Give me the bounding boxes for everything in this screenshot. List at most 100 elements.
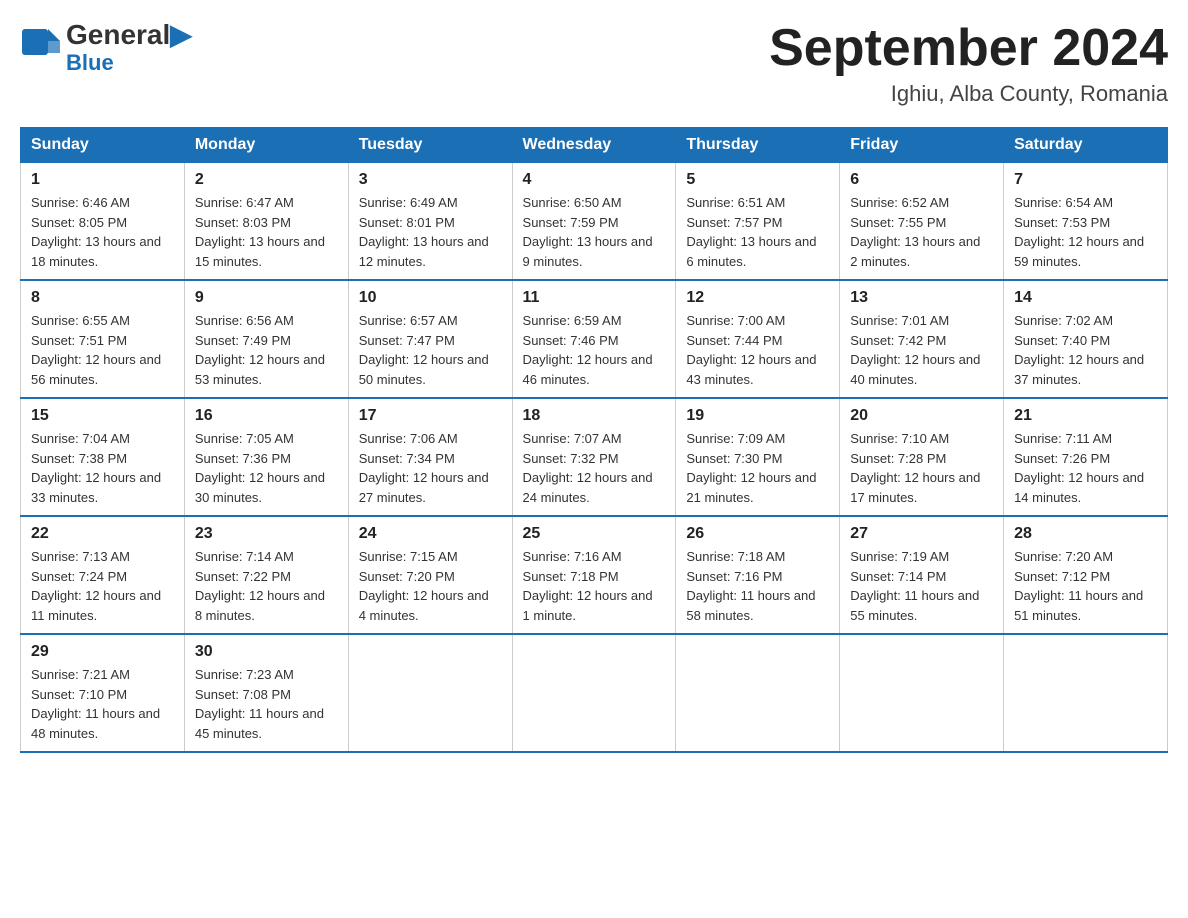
day-info: Sunrise: 7:01 AM Sunset: 7:42 PM Dayligh… xyxy=(850,311,993,389)
calendar-cell: 26 Sunrise: 7:18 AM Sunset: 7:16 PM Dayl… xyxy=(676,516,840,634)
day-info: Sunrise: 6:50 AM Sunset: 7:59 PM Dayligh… xyxy=(523,193,666,271)
calendar-week-row: 22 Sunrise: 7:13 AM Sunset: 7:24 PM Dayl… xyxy=(21,516,1168,634)
day-info: Sunrise: 7:05 AM Sunset: 7:36 PM Dayligh… xyxy=(195,429,338,507)
day-info: Sunrise: 6:46 AM Sunset: 8:05 PM Dayligh… xyxy=(31,193,174,271)
day-info: Sunrise: 7:16 AM Sunset: 7:18 PM Dayligh… xyxy=(523,547,666,625)
day-info: Sunrise: 7:20 AM Sunset: 7:12 PM Dayligh… xyxy=(1014,547,1157,625)
calendar-cell: 21 Sunrise: 7:11 AM Sunset: 7:26 PM Dayl… xyxy=(1004,398,1168,516)
weekday-header-wednesday: Wednesday xyxy=(512,128,676,163)
calendar-cell: 12 Sunrise: 7:00 AM Sunset: 7:44 PM Dayl… xyxy=(676,280,840,398)
day-number: 17 xyxy=(359,407,502,425)
calendar-cell: 18 Sunrise: 7:07 AM Sunset: 7:32 PM Dayl… xyxy=(512,398,676,516)
calendar-cell: 24 Sunrise: 7:15 AM Sunset: 7:20 PM Dayl… xyxy=(348,516,512,634)
calendar-cell: 29 Sunrise: 7:21 AM Sunset: 7:10 PM Dayl… xyxy=(21,634,185,752)
day-info: Sunrise: 7:13 AM Sunset: 7:24 PM Dayligh… xyxy=(31,547,174,625)
logo-blue: Blue xyxy=(66,51,192,75)
calendar-cell: 13 Sunrise: 7:01 AM Sunset: 7:42 PM Dayl… xyxy=(840,280,1004,398)
weekday-header-friday: Friday xyxy=(840,128,1004,163)
calendar-cell: 10 Sunrise: 6:57 AM Sunset: 7:47 PM Dayl… xyxy=(348,280,512,398)
day-number: 23 xyxy=(195,525,338,543)
day-number: 24 xyxy=(359,525,502,543)
day-info: Sunrise: 6:47 AM Sunset: 8:03 PM Dayligh… xyxy=(195,193,338,271)
calendar-week-row: 29 Sunrise: 7:21 AM Sunset: 7:10 PM Dayl… xyxy=(21,634,1168,752)
day-info: Sunrise: 7:10 AM Sunset: 7:28 PM Dayligh… xyxy=(850,429,993,507)
calendar-cell: 28 Sunrise: 7:20 AM Sunset: 7:12 PM Dayl… xyxy=(1004,516,1168,634)
day-number: 10 xyxy=(359,289,502,307)
title-block: September 2024 Ighiu, Alba County, Roman… xyxy=(769,20,1168,107)
day-info: Sunrise: 7:04 AM Sunset: 7:38 PM Dayligh… xyxy=(31,429,174,507)
day-number: 14 xyxy=(1014,289,1157,307)
day-number: 26 xyxy=(686,525,829,543)
day-number: 4 xyxy=(523,171,666,189)
calendar-cell: 2 Sunrise: 6:47 AM Sunset: 8:03 PM Dayli… xyxy=(184,163,348,281)
day-number: 19 xyxy=(686,407,829,425)
day-number: 15 xyxy=(31,407,174,425)
day-info: Sunrise: 7:00 AM Sunset: 7:44 PM Dayligh… xyxy=(686,311,829,389)
calendar-cell: 19 Sunrise: 7:09 AM Sunset: 7:30 PM Dayl… xyxy=(676,398,840,516)
day-info: Sunrise: 7:07 AM Sunset: 7:32 PM Dayligh… xyxy=(523,429,666,507)
day-info: Sunrise: 7:19 AM Sunset: 7:14 PM Dayligh… xyxy=(850,547,993,625)
day-info: Sunrise: 6:57 AM Sunset: 7:47 PM Dayligh… xyxy=(359,311,502,389)
calendar-cell: 5 Sunrise: 6:51 AM Sunset: 7:57 PM Dayli… xyxy=(676,163,840,281)
day-info: Sunrise: 7:14 AM Sunset: 7:22 PM Dayligh… xyxy=(195,547,338,625)
calendar-cell: 15 Sunrise: 7:04 AM Sunset: 7:38 PM Dayl… xyxy=(21,398,185,516)
calendar-cell: 22 Sunrise: 7:13 AM Sunset: 7:24 PM Dayl… xyxy=(21,516,185,634)
day-info: Sunrise: 6:49 AM Sunset: 8:01 PM Dayligh… xyxy=(359,193,502,271)
day-info: Sunrise: 7:06 AM Sunset: 7:34 PM Dayligh… xyxy=(359,429,502,507)
day-info: Sunrise: 7:09 AM Sunset: 7:30 PM Dayligh… xyxy=(686,429,829,507)
calendar-cell xyxy=(1004,634,1168,752)
day-number: 29 xyxy=(31,643,174,661)
calendar-cell: 27 Sunrise: 7:19 AM Sunset: 7:14 PM Dayl… xyxy=(840,516,1004,634)
day-info: Sunrise: 6:51 AM Sunset: 7:57 PM Dayligh… xyxy=(686,193,829,271)
day-number: 7 xyxy=(1014,171,1157,189)
day-number: 2 xyxy=(195,171,338,189)
day-info: Sunrise: 7:02 AM Sunset: 7:40 PM Dayligh… xyxy=(1014,311,1157,389)
weekday-header-thursday: Thursday xyxy=(676,128,840,163)
weekday-header-row: SundayMondayTuesdayWednesdayThursdayFrid… xyxy=(21,128,1168,163)
day-number: 3 xyxy=(359,171,502,189)
day-number: 28 xyxy=(1014,525,1157,543)
day-info: Sunrise: 7:23 AM Sunset: 7:08 PM Dayligh… xyxy=(195,665,338,743)
calendar-cell xyxy=(348,634,512,752)
day-number: 22 xyxy=(31,525,174,543)
calendar-cell: 1 Sunrise: 6:46 AM Sunset: 8:05 PM Dayli… xyxy=(21,163,185,281)
page-header: General▶ Blue September 2024 Ighiu, Alba… xyxy=(20,20,1168,107)
day-number: 5 xyxy=(686,171,829,189)
day-number: 11 xyxy=(523,289,666,307)
day-info: Sunrise: 6:59 AM Sunset: 7:46 PM Dayligh… xyxy=(523,311,666,389)
calendar-cell xyxy=(512,634,676,752)
calendar-week-row: 8 Sunrise: 6:55 AM Sunset: 7:51 PM Dayli… xyxy=(21,280,1168,398)
day-number: 16 xyxy=(195,407,338,425)
calendar-cell: 7 Sunrise: 6:54 AM Sunset: 7:53 PM Dayli… xyxy=(1004,163,1168,281)
weekday-header-tuesday: Tuesday xyxy=(348,128,512,163)
day-info: Sunrise: 6:52 AM Sunset: 7:55 PM Dayligh… xyxy=(850,193,993,271)
day-info: Sunrise: 7:11 AM Sunset: 7:26 PM Dayligh… xyxy=(1014,429,1157,507)
day-number: 30 xyxy=(195,643,338,661)
weekday-header-sunday: Sunday xyxy=(21,128,185,163)
logo-icon xyxy=(20,27,60,67)
day-number: 13 xyxy=(850,289,993,307)
calendar-week-row: 15 Sunrise: 7:04 AM Sunset: 7:38 PM Dayl… xyxy=(21,398,1168,516)
day-info: Sunrise: 6:54 AM Sunset: 7:53 PM Dayligh… xyxy=(1014,193,1157,271)
day-number: 8 xyxy=(31,289,174,307)
calendar-cell xyxy=(676,634,840,752)
calendar-cell: 16 Sunrise: 7:05 AM Sunset: 7:36 PM Dayl… xyxy=(184,398,348,516)
day-number: 18 xyxy=(523,407,666,425)
calendar-cell: 25 Sunrise: 7:16 AM Sunset: 7:18 PM Dayl… xyxy=(512,516,676,634)
weekday-header-saturday: Saturday xyxy=(1004,128,1168,163)
calendar-cell: 6 Sunrise: 6:52 AM Sunset: 7:55 PM Dayli… xyxy=(840,163,1004,281)
calendar-cell: 23 Sunrise: 7:14 AM Sunset: 7:22 PM Dayl… xyxy=(184,516,348,634)
calendar-week-row: 1 Sunrise: 6:46 AM Sunset: 8:05 PM Dayli… xyxy=(21,163,1168,281)
day-number: 1 xyxy=(31,171,174,189)
calendar-subtitle: Ighiu, Alba County, Romania xyxy=(769,81,1168,107)
calendar-cell: 4 Sunrise: 6:50 AM Sunset: 7:59 PM Dayli… xyxy=(512,163,676,281)
day-info: Sunrise: 7:15 AM Sunset: 7:20 PM Dayligh… xyxy=(359,547,502,625)
day-number: 9 xyxy=(195,289,338,307)
day-number: 20 xyxy=(850,407,993,425)
calendar-cell: 9 Sunrise: 6:56 AM Sunset: 7:49 PM Dayli… xyxy=(184,280,348,398)
day-number: 25 xyxy=(523,525,666,543)
day-number: 21 xyxy=(1014,407,1157,425)
calendar-cell: 17 Sunrise: 7:06 AM Sunset: 7:34 PM Dayl… xyxy=(348,398,512,516)
logo: General▶ Blue xyxy=(20,20,192,75)
day-info: Sunrise: 7:21 AM Sunset: 7:10 PM Dayligh… xyxy=(31,665,174,743)
